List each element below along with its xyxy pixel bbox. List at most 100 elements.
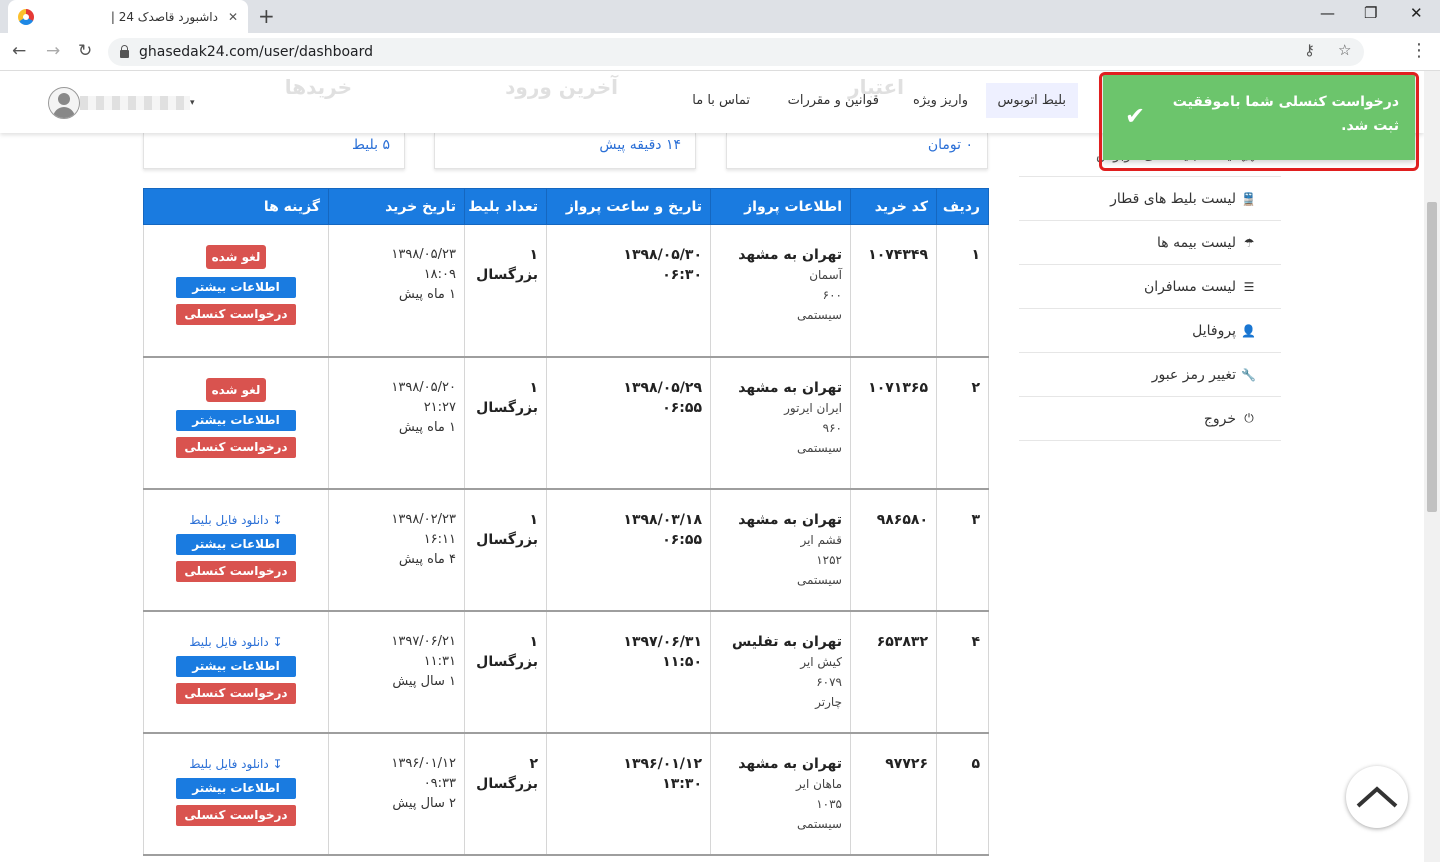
cancel-request-button[interactable]: درخواست کنسلی (176, 304, 296, 325)
download-ticket-link[interactable]: ↧ دانلود فایل بلیط (168, 510, 304, 530)
sidebar-item-logout[interactable]: ⏻ خروج (1019, 397, 1281, 441)
sidebar-item-insurance[interactable]: ☂ لیست بیمه ها (1019, 221, 1281, 265)
close-tab-icon[interactable]: ✕ (228, 10, 238, 24)
new-tab-button[interactable]: + (258, 4, 275, 28)
forward-button[interactable]: → (46, 41, 60, 61)
page-content: خریدها آخرین ورود اعتبار بلیط اتوبوس وار… (0, 71, 1424, 862)
row-number: ۵ (936, 732, 989, 856)
download-ticket-link[interactable]: ↧ دانلود فایل بلیط (168, 632, 304, 652)
nav-rules[interactable]: قوانین و مقررات (788, 93, 879, 108)
train-icon: 🚆 (1241, 191, 1256, 206)
purchase-code: ۶۵۳۸۳۲ (850, 610, 937, 734)
cancel-request-button[interactable]: درخواست کنسلی (176, 682, 296, 704)
key-icon[interactable]: ⚷ (1304, 41, 1315, 59)
credit-value[interactable]: ۰ تومان (928, 137, 973, 153)
purchase-time: ۱۸:۰۹ (423, 267, 456, 282)
toast-highlight-box (1099, 72, 1419, 171)
more-info-button[interactable]: اطلاعات بیشتر (176, 655, 296, 677)
route: تهران به مشهد (738, 379, 842, 396)
cancel-request-button[interactable]: درخواست کنسلی (176, 560, 296, 582)
flight-type: چارتر (815, 694, 842, 709)
download-label: دانلود فایل بلیط (189, 756, 269, 771)
cancel-request-button[interactable]: درخواست کنسلی (176, 804, 296, 826)
purchase-date: ۱۳۹۸/۰۵/۲۳ (391, 247, 456, 262)
download-label: دانلود فایل بلیط (189, 512, 269, 527)
sidebar-item-passengers[interactable]: ☰ لیست مسافران (1019, 265, 1281, 309)
scrollbar-thumb[interactable] (1427, 202, 1437, 512)
flight-date: ۱۳۹۶/۰۱/۱۲ (623, 755, 702, 772)
options-cell: ↧ دانلود فایل بلیط اطلاعات بیشتر درخواست ک… (143, 610, 329, 734)
tab-title: داشبورد قاصدک 24 | (110, 9, 218, 24)
purchase-date-cell: ۱۳۹۶/۰۱/۱۲ ۰۹:۳۳ ۲ سال پیش (328, 732, 465, 856)
airline: ماهان ایر (796, 776, 842, 791)
url-text: ghasedak24.com/user/dashboard (139, 44, 374, 60)
chevron-down-icon: ▾ (190, 98, 195, 108)
stat-cards: ۵ بلیط ۱۴ دقیقه پیش ۰ تومان (143, 133, 988, 169)
url-field[interactable]: ghasedak24.com/user/dashboard ⚷ ☆ (108, 38, 1364, 66)
sidebar-menu: 🚌لیست بلیط های اتوبوس 🚆لیست بلیط های قطا… (1019, 133, 1281, 441)
user-icon: 👤 (1241, 323, 1256, 338)
column-header: تاریخ خرید (328, 188, 465, 225)
route: تهران به مشهد (738, 755, 842, 772)
ticket-count: ۱ بزرگسال (464, 488, 547, 612)
purchases-value[interactable]: ۵ بلیط (352, 137, 390, 153)
reload-button[interactable]: ↻ (78, 41, 92, 61)
user-menu[interactable]: ▾ (36, 87, 201, 119)
site-favicon-icon (18, 8, 34, 25)
flight-type: سیستمی (797, 572, 842, 587)
more-info-button[interactable]: اطلاعات بیشتر (176, 533, 296, 555)
sidebar-item-change-password[interactable]: 🔧 تغییر رمز عبور (1019, 353, 1281, 397)
flight-number: ۶۰۷۹ (816, 674, 842, 689)
download-label: دانلود فایل بلیط (189, 634, 269, 649)
avatar[interactable] (48, 87, 80, 119)
flight-type: سیستمی (797, 440, 842, 455)
purchase-ago: ۱ ماه پیش (398, 419, 456, 435)
more-info-button[interactable]: اطلاعات بیشتر (176, 409, 296, 431)
purchase-code: ۹۸۶۵۸۰ (850, 488, 937, 612)
umbrella-icon: ☂ (1243, 235, 1255, 250)
canceled-badge: لغو شده (205, 377, 267, 402)
more-info-button[interactable]: اطلاعات بیشتر (176, 777, 296, 799)
column-header: تعداد بلیط (464, 188, 547, 225)
flight-date: ۱۳۹۷/۰۶/۳۱ (623, 633, 702, 650)
close-window-button[interactable]: ✕ (1410, 4, 1423, 22)
cancel-request-button[interactable]: درخواست کنسلی (176, 436, 296, 458)
options-cell: ↧ دانلود فایل بلیط اطلاعات بیشتر درخواست ک… (143, 488, 329, 612)
airline: قشم ایر (800, 532, 842, 547)
back-button[interactable]: ← (12, 41, 26, 61)
route: تهران به مشهد (738, 511, 842, 528)
nav-contact[interactable]: تماس با ما (692, 93, 750, 108)
restore-button[interactable]: ❐ (1364, 4, 1377, 22)
last-login-value[interactable]: ۱۴ دقیقه پیش (599, 137, 681, 153)
browser-menu-icon[interactable]: ⋮ (1410, 40, 1428, 61)
user-name-blurred (80, 96, 190, 110)
purchase-ago: ۴ ماه پیش (398, 551, 456, 567)
tickets-table: ردیف کد خرید اطلاعات پرواز تاریخ و ساعت … (143, 188, 989, 856)
bookmark-star-icon[interactable]: ☆ (1338, 41, 1351, 59)
purchase-date: ۱۳۹۸/۰۲/۲۳ (391, 511, 456, 527)
browser-tab[interactable]: داشبورد قاصدک 24 | ✕ (8, 0, 248, 33)
download-ticket-link[interactable]: ↧ دانلود فایل بلیط (168, 754, 304, 774)
purchase-code: ۱۰۷۴۳۴۹ (850, 224, 937, 358)
purchase-date: ۱۳۹۶/۰۱/۱۲ (391, 755, 456, 771)
purchase-date-cell: ۱۳۹۷/۰۶/۲۱ ۱۱:۳۱ ۱ سال پیش (328, 610, 465, 734)
flight-time: ۱۳:۳۰ (662, 775, 702, 792)
column-header: کد خرید (850, 188, 937, 225)
flight-type: سیستمی (797, 816, 842, 831)
flight-datetime-cell: ۱۳۹۶/۰۱/۱۲ ۱۳:۳۰ (546, 732, 711, 856)
purchase-code: ۹۷۷۲۶ (850, 732, 937, 856)
purchase-time: ۱۱:۳۱ (423, 653, 456, 669)
page-scrollbar[interactable] (1424, 71, 1440, 862)
scroll-to-top-button[interactable] (1346, 766, 1408, 828)
airline: ایران ایرتور (784, 400, 842, 415)
more-info-button[interactable]: اطلاعات بیشتر (176, 277, 296, 298)
airline: آسمان (809, 268, 842, 282)
nav-bus-tickets[interactable]: بلیط اتوبوس (985, 83, 1078, 118)
flight-datetime-cell: ۱۳۹۷/۰۶/۳۱ ۱۱:۵۰ (546, 610, 711, 734)
sidebar-item-profile[interactable]: 👤 پروفایل (1019, 309, 1281, 353)
nav-special-deposit[interactable]: واریز ویژه (913, 93, 968, 108)
minimize-button[interactable]: — (1320, 4, 1335, 22)
sidebar-item-train-tickets[interactable]: 🚆 لیست بلیط های قطار (1019, 177, 1281, 221)
options-cell: لغو شده اطلاعات بیشتر درخواست کنسلی (143, 356, 329, 490)
faded-purchases-label: خریدها (284, 75, 352, 99)
